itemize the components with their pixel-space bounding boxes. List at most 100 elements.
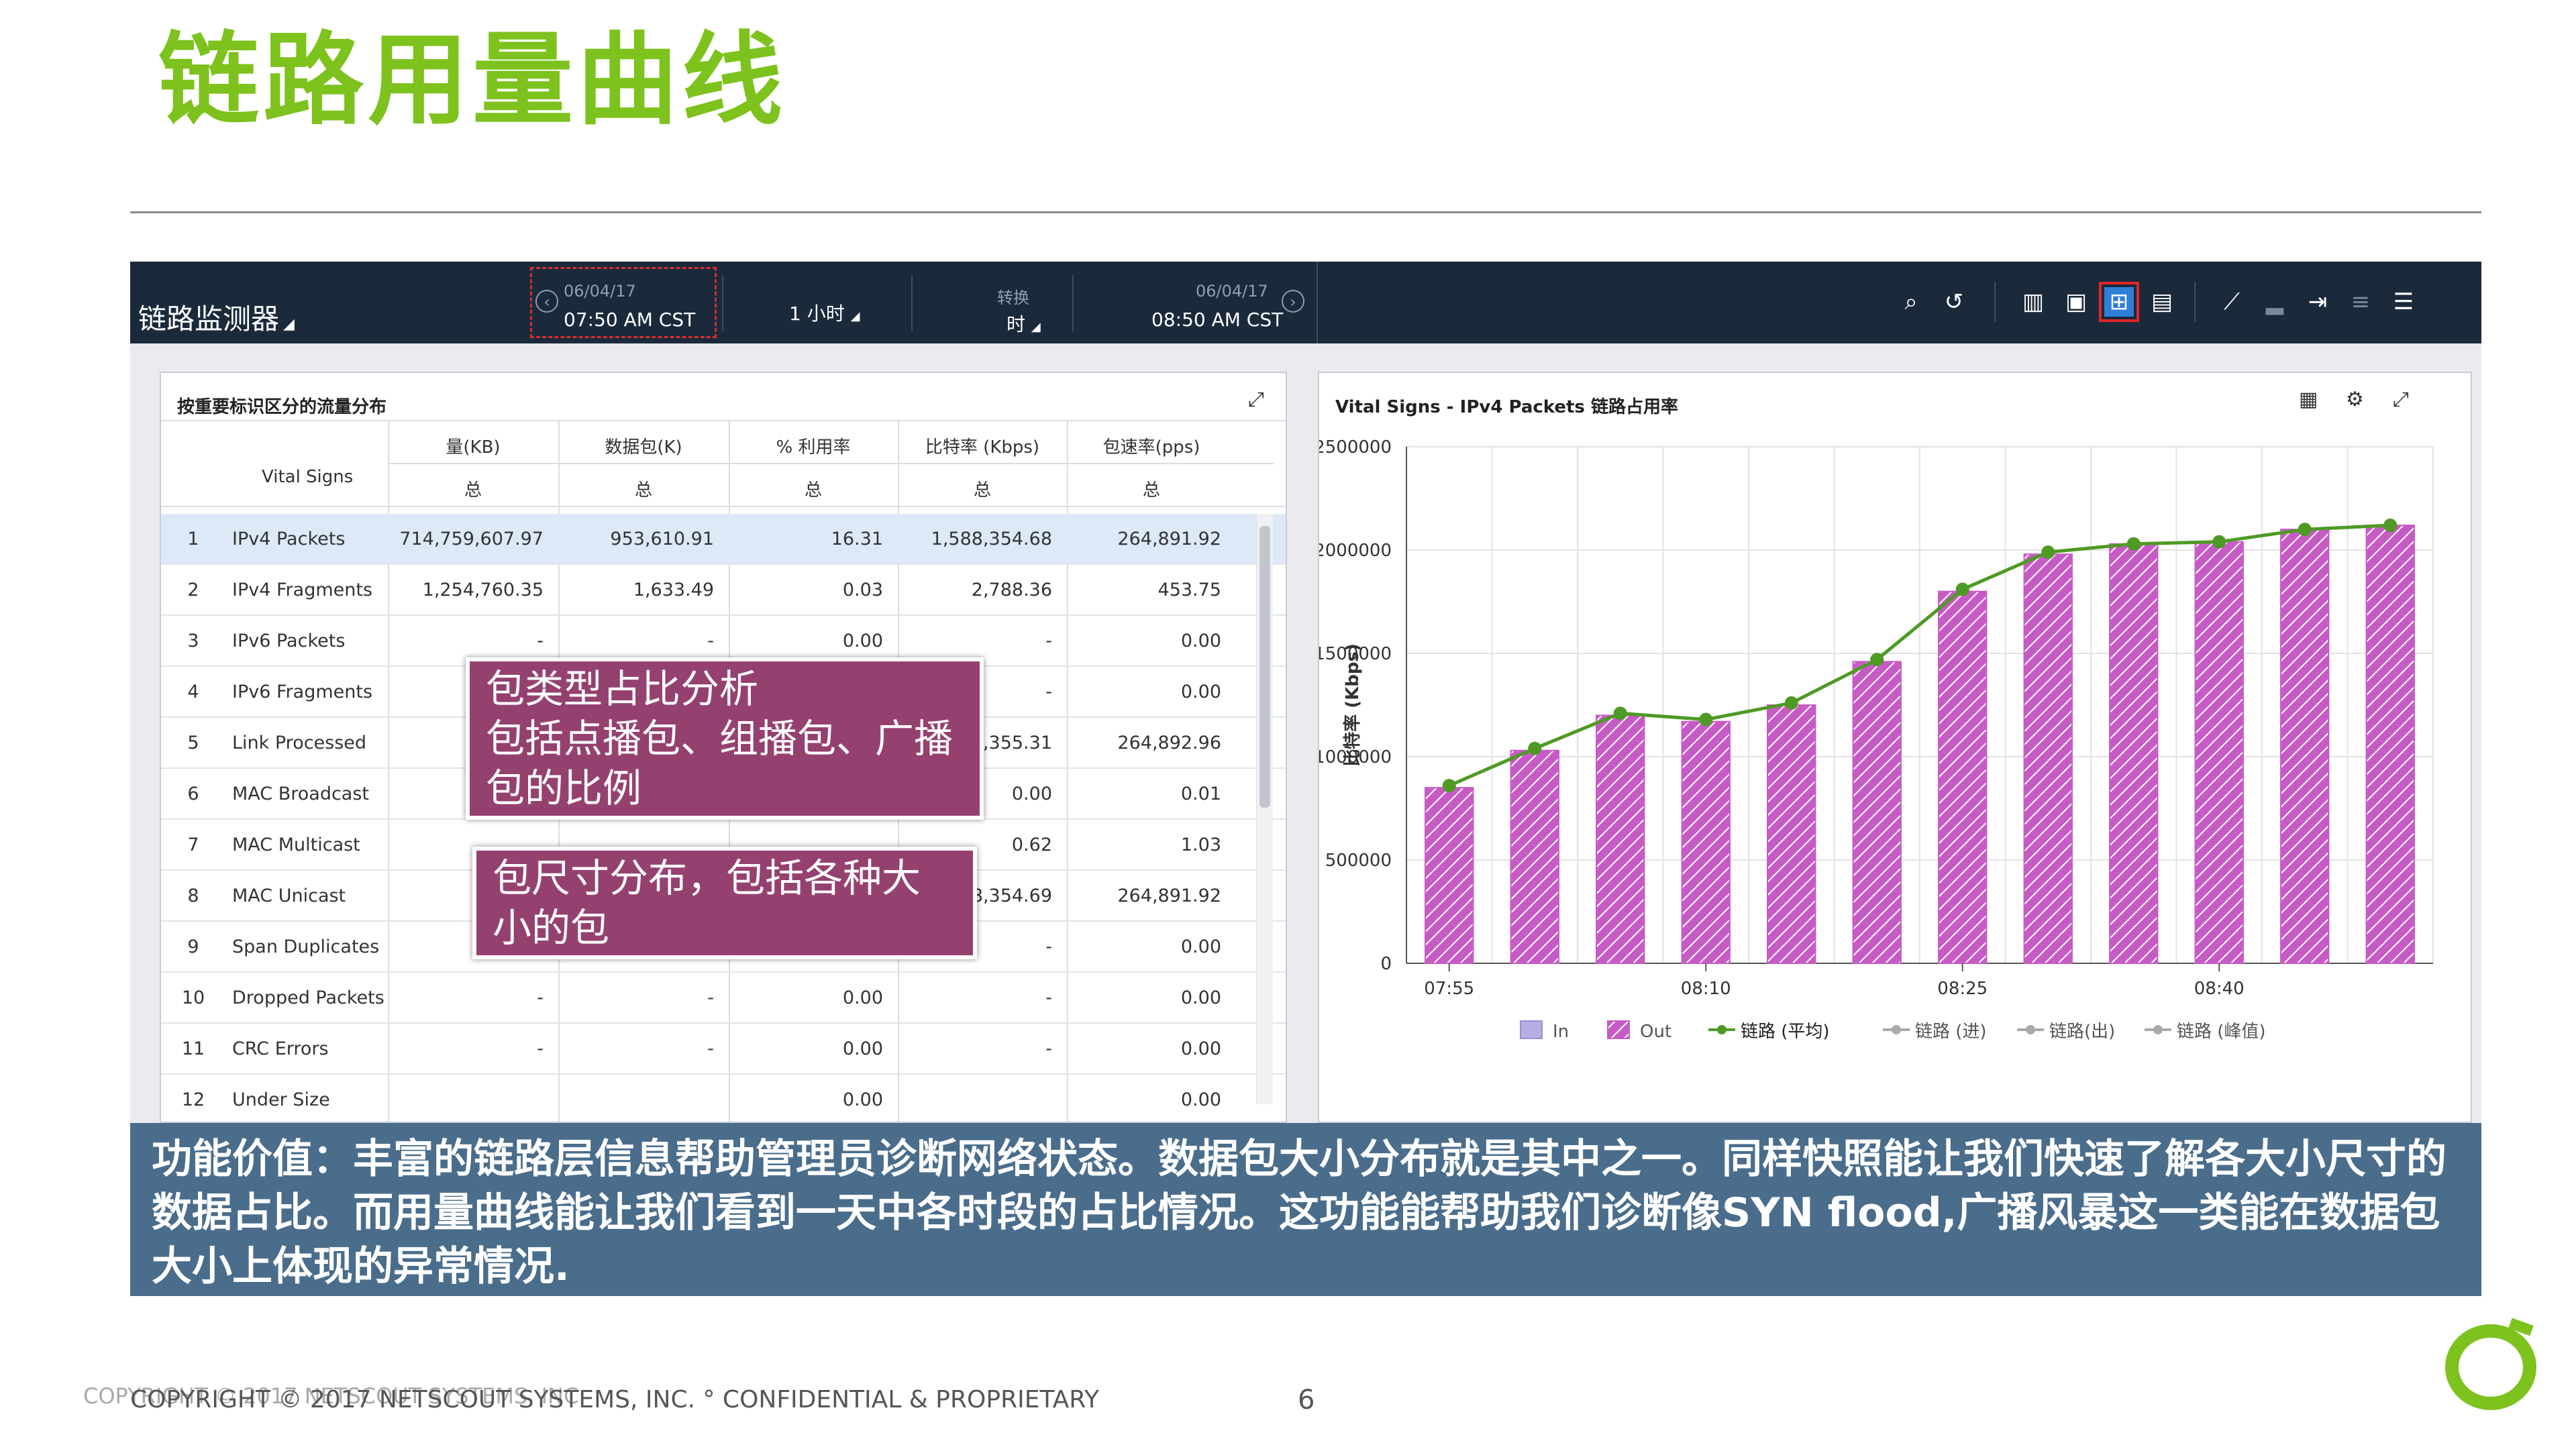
y-tick-label: 500000 bbox=[1325, 851, 1392, 871]
callout-packet-type: 包类型占比分析 包括点播包、组播包、广播包的比例 bbox=[466, 657, 984, 820]
legend-marker bbox=[1892, 1025, 1901, 1034]
callout-text: 包尺寸分布，包括各种大小的包 bbox=[493, 855, 921, 951]
callout-packet-size: 包尺寸分布，包括各种大小的包 bbox=[472, 847, 977, 959]
row-index: 7 bbox=[187, 835, 199, 855]
expand-icon[interactable]: ⤢ bbox=[1248, 388, 1264, 411]
convert-dropdown[interactable]: 时 ◢ bbox=[1007, 310, 1041, 337]
x-tick-label: 08:10 bbox=[1681, 979, 1731, 999]
zoom-reset-icon[interactable]: ↺ bbox=[1939, 287, 1969, 317]
app-title-menu[interactable]: 链路监测器 ◢ bbox=[138, 297, 295, 337]
point-avg bbox=[1870, 653, 1884, 667]
start-time: 07:50 AM CST bbox=[564, 309, 696, 331]
convert-value: 时 bbox=[1007, 313, 1026, 335]
row-name: Under Size bbox=[232, 1089, 330, 1110]
row-value: - bbox=[707, 1038, 714, 1059]
x-tick-label: 08:25 bbox=[1937, 979, 1988, 999]
table-row[interactable]: 12 Under Size 0.00 0.00 bbox=[161, 1075, 1286, 1122]
toolbar-separator bbox=[2194, 282, 2196, 322]
bar-out bbox=[1852, 661, 1902, 964]
row-value: 0.01 bbox=[1180, 784, 1221, 804]
legend-label: In bbox=[1553, 1022, 1569, 1042]
table-row[interactable]: 1 IPv4 Packets 714,759,607.97 953,610.91 16.… bbox=[161, 514, 1286, 565]
row-value: - bbox=[537, 631, 544, 651]
row-value: 0.00 bbox=[1180, 682, 1221, 702]
col-header-vital-signs[interactable]: Vital Signs bbox=[262, 467, 353, 487]
bar-out bbox=[2365, 525, 2415, 965]
app-title-label: 链路监测器 bbox=[138, 303, 280, 335]
row-index: 9 bbox=[187, 936, 199, 957]
row-value: 264,891.92 bbox=[1117, 529, 1221, 549]
row-index: 5 bbox=[187, 733, 199, 753]
row-value: - bbox=[1045, 987, 1052, 1008]
table-scrollbar[interactable] bbox=[1256, 514, 1273, 1104]
row-name: Dropped Packets bbox=[232, 987, 384, 1008]
point-avg bbox=[2041, 545, 2055, 559]
table-view-icon[interactable]: ▤ bbox=[2147, 287, 2177, 317]
table-row[interactable]: 11 CRC Errors - - 0.00 - 0.00 bbox=[161, 1024, 1286, 1075]
row-value: 0.00 bbox=[842, 631, 883, 651]
table-row[interactable]: 10 Dropped Packets - - 0.00 - 0.00 bbox=[161, 973, 1286, 1024]
chevron-left-icon[interactable]: ‹ bbox=[535, 290, 558, 313]
legend-label: Out bbox=[1640, 1022, 1671, 1042]
point-avg bbox=[1613, 706, 1627, 720]
legend-marker bbox=[1717, 1025, 1727, 1034]
bar-out bbox=[2194, 541, 2244, 964]
row-name: MAC Multicast bbox=[232, 835, 360, 855]
row-value: 1,633.49 bbox=[633, 580, 714, 600]
bar-out bbox=[1596, 714, 1645, 964]
value-banner: 功能价值：丰富的链路层信息帮助管理员诊断网络状态。数据包大小分布就是其中之一。同… bbox=[130, 1123, 2481, 1296]
header-line bbox=[388, 463, 1274, 464]
row-value: - bbox=[707, 987, 714, 1008]
menu-icon[interactable]: ☰ bbox=[2389, 287, 2418, 317]
row-name: CRC Errors bbox=[232, 1038, 329, 1059]
row-name: Link Processed bbox=[232, 733, 367, 753]
point-avg bbox=[2298, 523, 2312, 537]
page-number: 6 bbox=[1298, 1385, 1315, 1415]
row-value: - bbox=[537, 987, 544, 1008]
row-index: 1 bbox=[187, 529, 199, 549]
slide-title: 链路用量曲线 bbox=[158, 22, 787, 139]
footer-copyright: COPYRIGHT © 2017 NETSCOUT SYSTEMS, INC. … bbox=[130, 1386, 1099, 1413]
point-avg bbox=[1784, 696, 1798, 710]
barcode-icon[interactable]: ▥ bbox=[2018, 287, 2048, 317]
col-header-utilization[interactable]: % 利用率 bbox=[729, 433, 898, 458]
legend-marker bbox=[2153, 1025, 2163, 1034]
usage-chart[interactable]: 05000001000000150000020000002500000比特率 (… bbox=[1319, 373, 2472, 1123]
col-subheader-total: 总 bbox=[634, 480, 652, 500]
row-value: 0.00 bbox=[842, 1038, 883, 1059]
legend-label: 链路 (进) bbox=[1915, 1022, 1987, 1042]
toolbar-separator bbox=[1317, 262, 1318, 343]
y-tick-label: 0 bbox=[1380, 954, 1392, 974]
bar-out bbox=[2109, 543, 2159, 964]
row-value: - bbox=[537, 1038, 544, 1059]
row-name: IPv6 Fragments bbox=[232, 682, 373, 702]
chevron-right-icon[interactable]: › bbox=[1282, 290, 1304, 313]
legend-label: 链路(出) bbox=[2049, 1022, 2115, 1042]
row-value: 0.03 bbox=[842, 580, 883, 600]
col-header-packet-rate[interactable]: 包速率(pps) bbox=[1067, 433, 1236, 458]
row-value: - bbox=[707, 631, 714, 651]
row-name: MAC Unicast bbox=[232, 885, 346, 906]
row-value: 0.00 bbox=[842, 1089, 883, 1110]
table-row[interactable]: 2 IPv4 Fragments 1,254,760.35 1,633.49 0.03 2… bbox=[161, 565, 1286, 616]
row-name: Span Duplicates bbox=[232, 936, 380, 957]
row-value: 453.75 bbox=[1157, 580, 1221, 600]
row-index: 8 bbox=[187, 885, 199, 906]
col-header-volume[interactable]: 量(KB) bbox=[388, 433, 558, 458]
bar-chart-icon[interactable]: ▂ bbox=[2260, 287, 2289, 317]
monitor-icon[interactable]: ▣ bbox=[2061, 287, 2091, 317]
point-avg bbox=[1955, 582, 1969, 596]
bar-out bbox=[1510, 749, 1559, 964]
caret-down-icon: ◢ bbox=[850, 309, 860, 323]
line-chart-icon[interactable]: ⟋ bbox=[2217, 287, 2247, 317]
dashboard-view-icon[interactable]: ⊞ bbox=[2099, 282, 2139, 322]
duration-dropdown[interactable]: 1 小时 ◢ bbox=[789, 299, 860, 326]
col-header-packets[interactable]: 数据包(K) bbox=[558, 433, 729, 458]
y-tick-label: 2000000 bbox=[1319, 541, 1392, 561]
filter-icon[interactable]: ≡ bbox=[2346, 287, 2375, 317]
col-header-bitrate[interactable]: 比特率 (Kbps) bbox=[898, 433, 1067, 458]
scrollbar-thumb[interactable] bbox=[1259, 526, 1270, 808]
export-icon[interactable]: ⇥ bbox=[2303, 287, 2332, 317]
search-icon[interactable]: ⌕ bbox=[1896, 287, 1926, 317]
row-value: 16.31 bbox=[831, 529, 883, 549]
